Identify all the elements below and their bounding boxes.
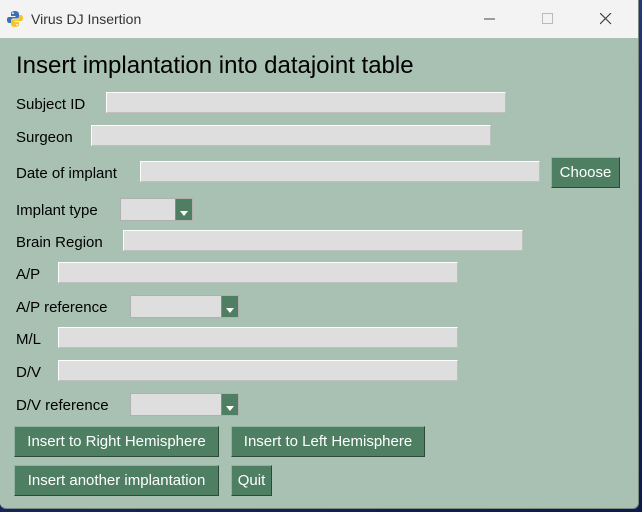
surgeon-input[interactable]: [92, 126, 490, 145]
ap-reference-label: A/P reference: [16, 299, 108, 316]
quit-button[interactable]: Quit: [231, 465, 272, 496]
date-of-implant-label: Date of implant: [16, 165, 117, 182]
implant-type-label: Implant type: [16, 202, 98, 219]
page-title: Insert implantation into datajoint table: [16, 52, 414, 79]
brain-region-field[interactable]: [123, 230, 523, 251]
surgeon-label: Surgeon: [16, 129, 73, 146]
close-button[interactable]: [584, 0, 630, 38]
dv-input[interactable]: [59, 361, 457, 380]
chevron-down-icon: [226, 406, 234, 411]
subject-id-field[interactable]: [106, 92, 506, 113]
insert-left-hemisphere-button[interactable]: Insert to Left Hemisphere: [231, 426, 425, 457]
brain-region-input[interactable]: [124, 231, 522, 250]
choose-date-button[interactable]: Choose: [551, 157, 620, 188]
dv-label: D/V: [16, 364, 42, 381]
insert-another-button[interactable]: Insert another implantation: [14, 465, 219, 496]
close-icon: [600, 13, 612, 25]
dv-reference-label: D/V reference: [16, 397, 109, 414]
brain-region-label: Brain Region: [16, 234, 103, 251]
chevron-down-icon: [226, 308, 234, 313]
ml-label: M/L: [16, 331, 42, 348]
dv-reference-dropdown-button[interactable]: [221, 394, 238, 415]
ap-reference-select[interactable]: [130, 295, 239, 318]
maximize-icon: [542, 13, 553, 24]
ml-field[interactable]: [58, 327, 458, 348]
minimize-button[interactable]: [468, 0, 514, 38]
title-bar: Virus DJ Insertion: [0, 0, 638, 38]
window-title: Virus DJ Insertion: [31, 11, 142, 27]
date-of-implant-input[interactable]: [141, 162, 539, 181]
surgeon-field[interactable]: [91, 125, 491, 146]
implant-type-dropdown-button[interactable]: [175, 199, 192, 220]
ml-input[interactable]: [59, 328, 457, 347]
ap-reference-dropdown-button[interactable]: [221, 296, 238, 317]
date-of-implant-field[interactable]: [140, 161, 540, 182]
subject-id-input[interactable]: [107, 93, 505, 112]
maximize-button[interactable]: [526, 0, 572, 38]
minimize-icon: [484, 18, 495, 20]
dv-field[interactable]: [58, 360, 458, 381]
chevron-down-icon: [180, 211, 188, 216]
subject-id-label: Subject ID: [16, 96, 86, 113]
implant-type-select[interactable]: [120, 198, 193, 221]
app-window: Virus DJ Insertion Insert implantation i…: [0, 0, 639, 509]
python-icon: [6, 10, 24, 28]
insert-right-hemisphere-button[interactable]: Insert to Right Hemisphere: [14, 426, 219, 457]
dv-reference-select[interactable]: [130, 393, 239, 416]
ap-input[interactable]: [59, 263, 457, 282]
ap-field[interactable]: [58, 262, 458, 283]
ap-label: A/P: [16, 266, 41, 283]
